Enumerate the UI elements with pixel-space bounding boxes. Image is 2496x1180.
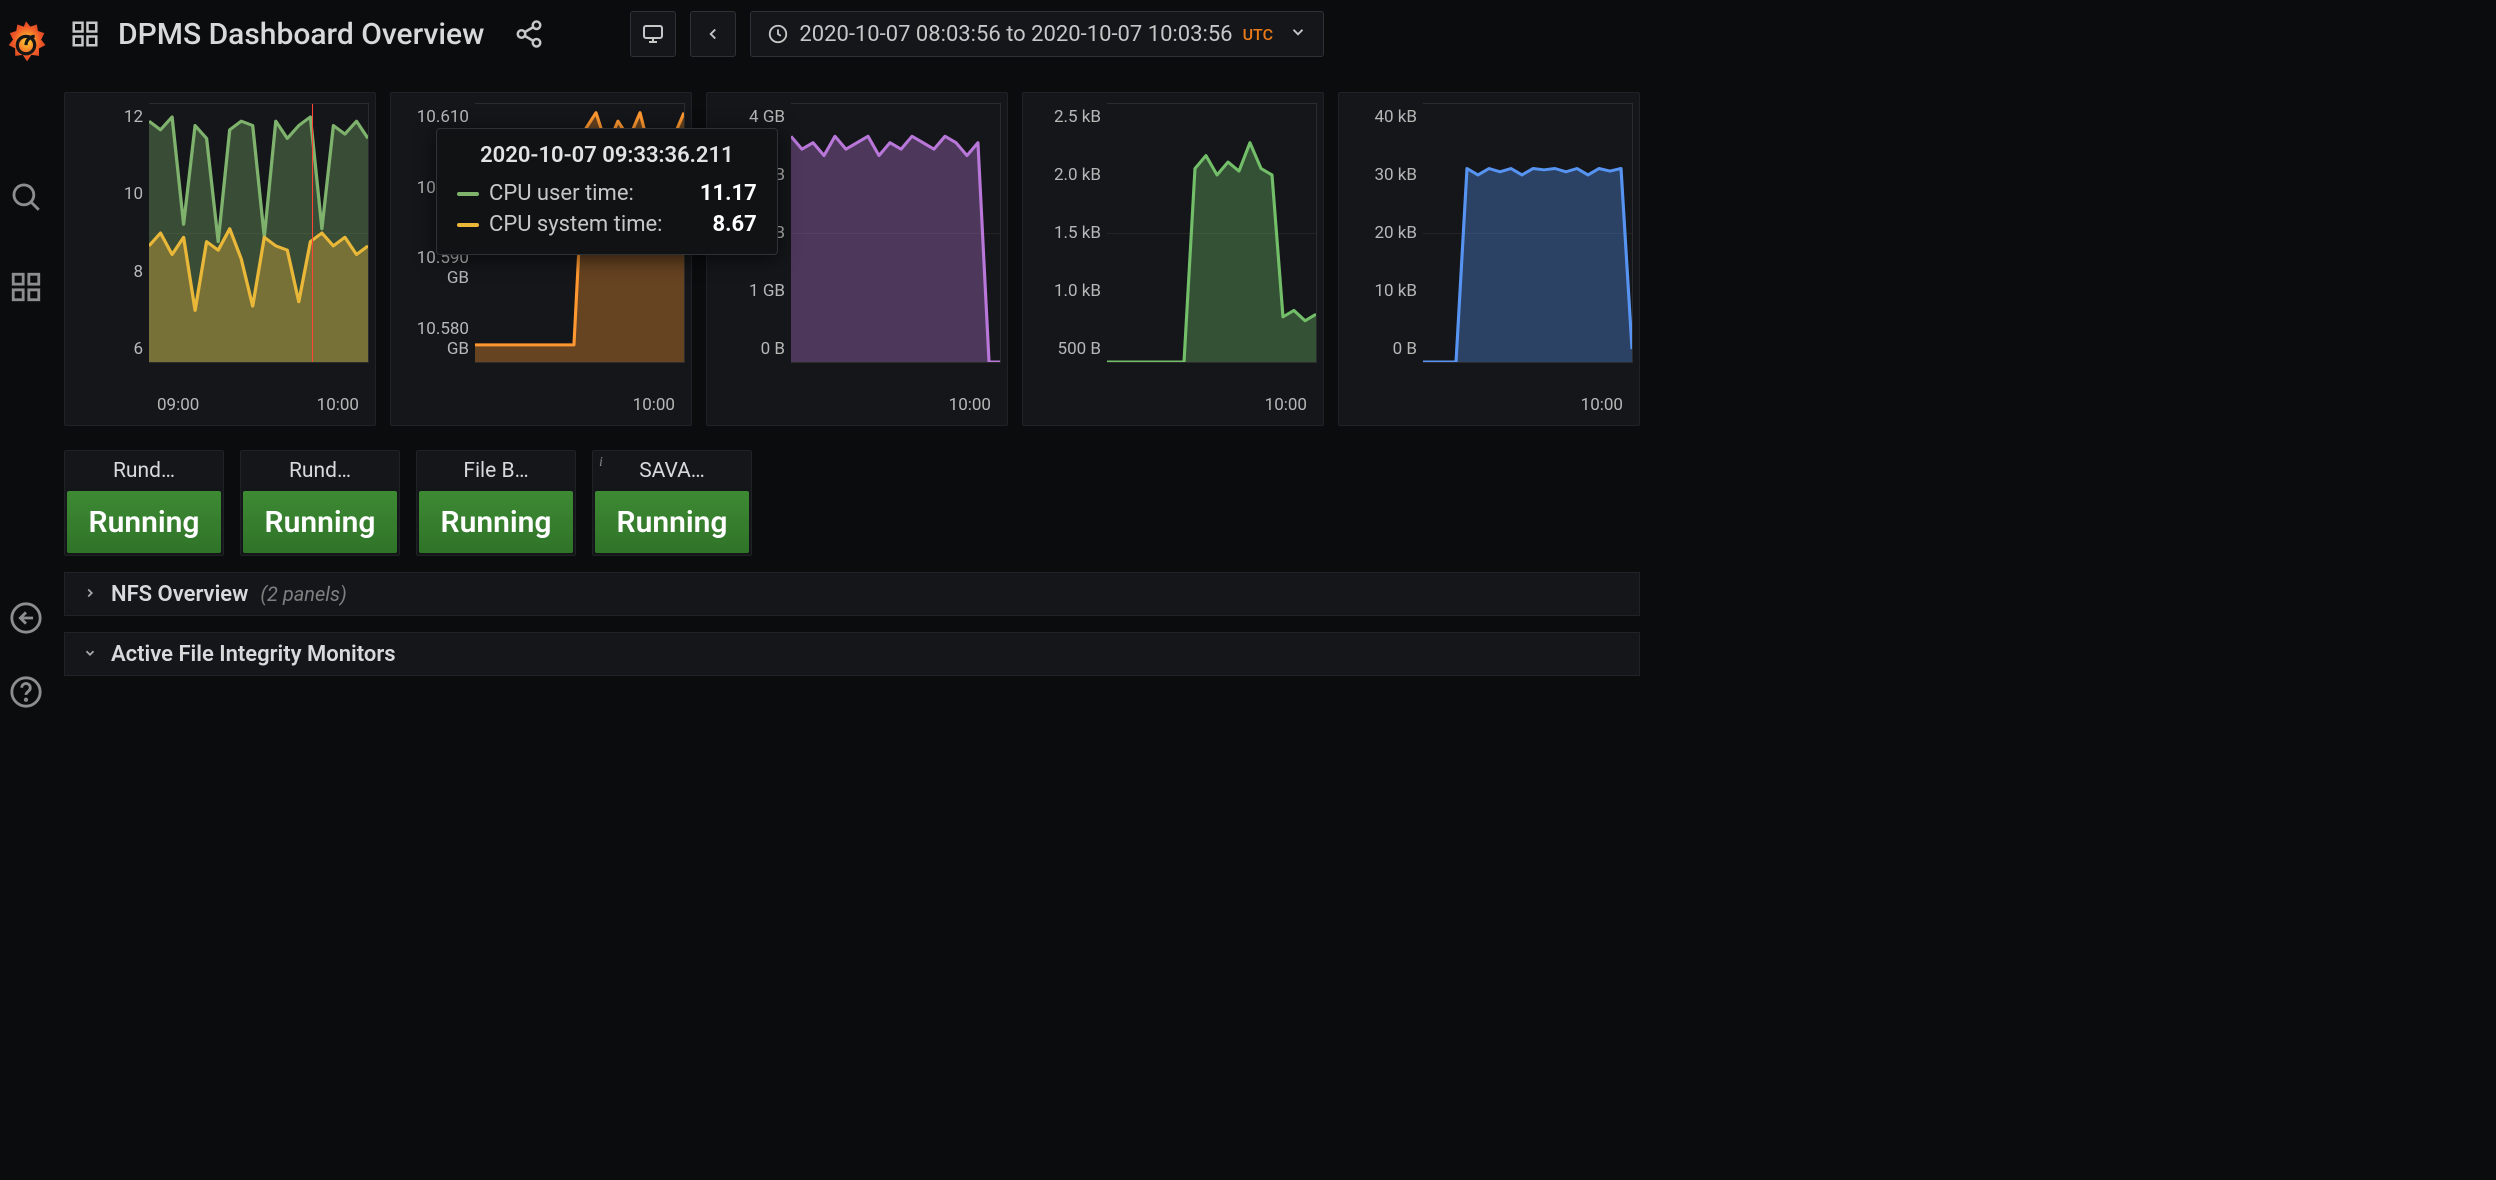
y-tick: 2.5 kB (1029, 107, 1101, 127)
tooltip-row: CPU system time: 8.67 (457, 209, 757, 240)
chart-plot[interactable] (1423, 103, 1633, 363)
timezone-label: UTC (1243, 25, 1273, 44)
y-tick: 10 kB (1345, 281, 1417, 301)
chart-panel[interactable]: 12 10 8 6 09:00 10:00 (64, 92, 376, 426)
y-axis: 40 kB 30 kB 20 kB 10 kB 0 B (1345, 103, 1423, 363)
status-title: Rund… (65, 451, 223, 491)
chart-plot[interactable] (149, 103, 369, 363)
y-axis: 12 10 8 6 (71, 103, 149, 363)
status-panel[interactable]: Rund… Running (240, 450, 400, 556)
dashboard-grid-icon[interactable] (70, 19, 100, 49)
chart-tooltip: 2020-10-07 09:33:36.211 CPU user time: 1… (436, 128, 778, 255)
y-tick: 0 B (1345, 339, 1417, 359)
y-tick: 500 B (1029, 339, 1101, 359)
chart-panel[interactable]: 2.5 kB 2.0 kB 1.5 kB 1.0 kB 500 B 10:00 (1022, 92, 1324, 426)
tooltip-label: CPU user time: (489, 181, 634, 206)
x-axis: 10:00 (397, 389, 685, 415)
charts-row: 121086 09:0010:00 10.610 GB10.600 GB10.5… (64, 92, 1640, 426)
nav-sidebar (0, 0, 52, 769)
y-tick: 12 (71, 107, 143, 127)
chevron-down-icon (1289, 22, 1307, 47)
status-value: Running (419, 491, 573, 553)
time-range-picker[interactable]: 2020-10-07 08:03:56 to 2020-10-07 10:03:… (750, 11, 1324, 57)
chart-plot[interactable] (791, 103, 1001, 363)
status-title: Rund… (241, 451, 399, 491)
tooltip-label: CPU system time: (489, 212, 663, 237)
clock-icon (767, 23, 789, 45)
section-name: NFS Overview (111, 582, 248, 607)
chart-panel[interactable]: 40 kB 30 kB 20 kB 10 kB 0 B 10:00 (1338, 92, 1640, 426)
series-color-swatch (457, 192, 479, 196)
y-axis: 2.5 kB 2.0 kB 1.5 kB 1.0 kB 500 B (1029, 103, 1107, 363)
chevron-icon (83, 584, 99, 605)
section-name: Active File Integrity Monitors (111, 642, 396, 667)
time-cursor (312, 104, 313, 362)
time-range-text: 2020-10-07 08:03:56 to 2020-10-07 10:03:… (799, 22, 1232, 47)
status-title: SAVA… (593, 451, 751, 491)
search-icon[interactable] (9, 180, 43, 214)
cycle-view-button[interactable] (630, 11, 676, 57)
topbar: DPMS Dashboard Overview 2020-10-07 08:03… (52, 0, 1652, 68)
y-tick: 2.0 kB (1029, 165, 1101, 185)
status-panel[interactable]: i SAVA… Running (592, 450, 752, 556)
info-icon[interactable]: i (599, 455, 603, 471)
chart-plot[interactable] (1107, 103, 1317, 363)
status-panel[interactable]: File B… Running (416, 450, 576, 556)
y-tick: 1.0 kB (1029, 281, 1101, 301)
y-tick: 1 GB (713, 281, 785, 301)
page-title: DPMS Dashboard Overview (118, 17, 484, 52)
x-tick: 10:00 (949, 395, 991, 415)
tooltip-value: 8.67 (673, 212, 757, 237)
x-tick: 09:00 (157, 395, 199, 415)
tooltip-row: CPU user time: 11.17 (457, 178, 757, 209)
share-icon[interactable] (514, 19, 544, 49)
signin-icon[interactable] (9, 601, 43, 635)
main-area: DPMS Dashboard Overview 2020-10-07 08:03… (52, 0, 1652, 769)
x-tick: 10:00 (633, 395, 675, 415)
help-icon[interactable] (9, 675, 43, 709)
y-tick: 40 kB (1345, 107, 1417, 127)
section-header[interactable]: Active File Integrity Monitors (64, 632, 1640, 676)
y-tick: 0 B (713, 339, 785, 359)
y-tick: 10 (71, 184, 143, 204)
grafana-logo-icon[interactable] (0, 18, 52, 70)
dashboards-icon[interactable] (9, 270, 43, 304)
y-tick: 4 GB (713, 107, 785, 127)
x-tick: 10:00 (1581, 395, 1623, 415)
y-tick: 6 (71, 339, 143, 359)
status-row: Rund… Running Rund… Running File B… Runn… (64, 450, 1640, 556)
tooltip-time: 2020-10-07 09:33:36.211 (457, 143, 757, 168)
y-tick: 1.5 kB (1029, 223, 1101, 243)
tooltip-value: 11.17 (660, 181, 757, 206)
status-value: Running (67, 491, 221, 553)
time-back-button[interactable] (690, 11, 736, 57)
y-tick: 30 kB (1345, 165, 1417, 185)
section-count: (2 panels) (260, 582, 346, 606)
x-axis: 10:00 (1029, 389, 1317, 415)
y-tick: 20 kB (1345, 223, 1417, 243)
x-tick: 10:00 (1265, 395, 1307, 415)
x-tick: 10:00 (317, 395, 359, 415)
y-tick: 8 (71, 262, 143, 282)
status-title: File B… (417, 451, 575, 491)
x-axis: 10:00 (713, 389, 1001, 415)
status-panel[interactable]: Rund… Running (64, 450, 224, 556)
x-axis: 10:00 (1345, 389, 1633, 415)
chevron-icon (83, 644, 99, 665)
section-header[interactable]: NFS Overview (2 panels) (64, 572, 1640, 616)
y-tick: 10.580 GB (397, 319, 469, 359)
status-value: Running (595, 491, 749, 553)
x-axis: 09:00 10:00 (71, 389, 369, 415)
dashboard-content: 121086 09:0010:00 10.610 GB10.600 GB10.5… (52, 68, 1652, 769)
status-value: Running (243, 491, 397, 553)
series-color-swatch (457, 223, 479, 227)
